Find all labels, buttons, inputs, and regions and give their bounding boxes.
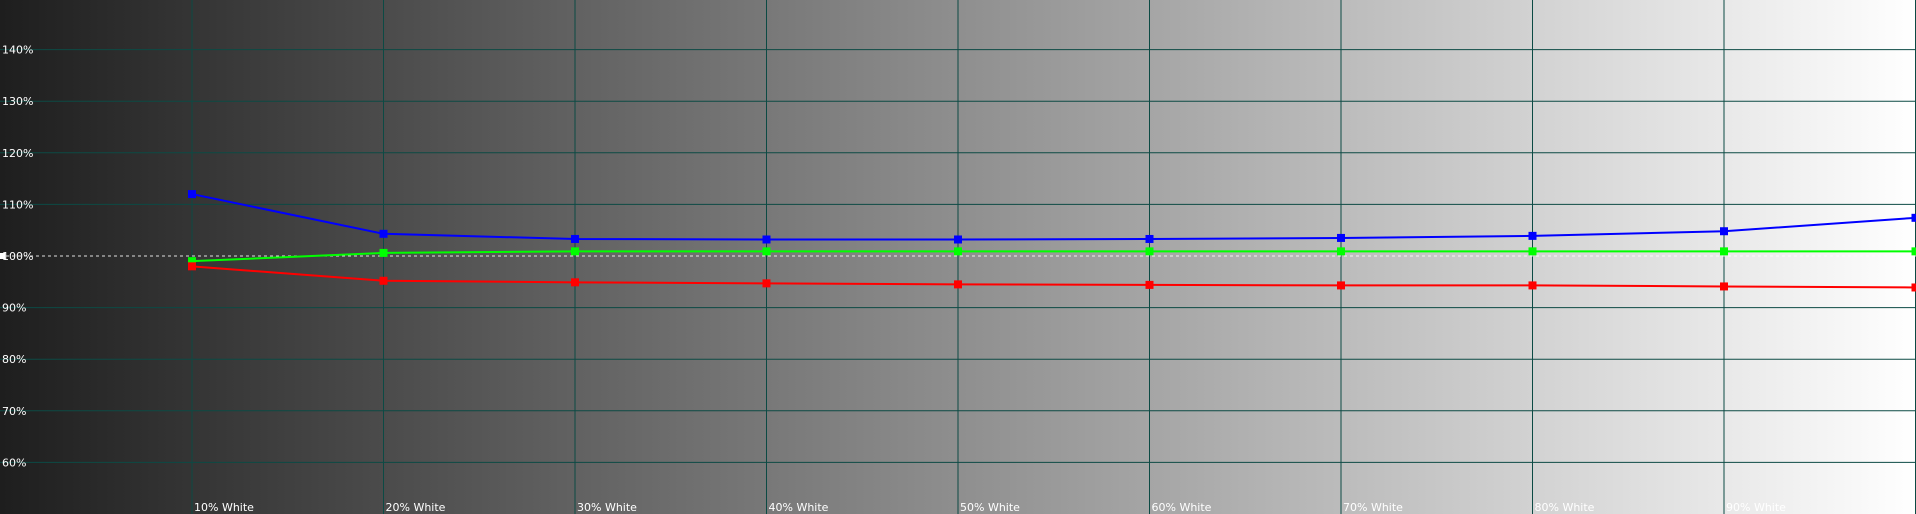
calibration-chart: 60% 70% 80% 90% 100% 110% 120% 130% 140% 10% Whit…	[0, 0, 1916, 514]
data-point	[954, 247, 962, 256]
y-tick-label: 80%	[2, 353, 26, 366]
data-point	[1528, 281, 1537, 290]
data-point	[954, 235, 962, 244]
data-point	[762, 279, 771, 288]
rgb-balance-chart: 60% 70% 80% 90% 100% 110% 120% 130% 140% 10% Whit…	[0, 0, 1916, 514]
data-point	[1911, 213, 1916, 222]
data-point	[379, 229, 388, 238]
y-tick-label: 110%	[2, 198, 33, 211]
data-point	[1145, 234, 1154, 243]
data-point	[1528, 247, 1537, 256]
y-tick-label: 60%	[2, 456, 26, 469]
data-point	[1337, 281, 1345, 290]
y-tick-label: 120%	[2, 147, 33, 160]
y-tick-label: 90%	[2, 302, 26, 315]
data-point	[762, 247, 771, 256]
data-point	[571, 247, 579, 256]
data-point	[762, 235, 771, 244]
data-point	[1720, 227, 1728, 236]
x-tick-label: 60% White	[1152, 501, 1212, 514]
data-point	[1528, 231, 1537, 240]
x-tick-label: 80% White	[1535, 501, 1595, 514]
y-tick-label: 70%	[2, 405, 26, 418]
data-point	[1720, 282, 1728, 291]
x-tick-label: 40% White	[769, 501, 829, 514]
x-tick-label: 30% White	[577, 501, 637, 514]
data-point	[188, 262, 196, 271]
data-point	[1720, 247, 1728, 256]
data-point	[1911, 283, 1916, 292]
x-tick-label: 90% White	[1726, 501, 1786, 514]
data-point	[571, 234, 579, 243]
data-point	[379, 276, 388, 285]
y-tick-label: 100%	[2, 250, 33, 263]
data-point	[1337, 247, 1345, 256]
data-point	[954, 280, 962, 289]
x-tick-label: 70% White	[1343, 501, 1403, 514]
data-point	[1911, 247, 1916, 256]
data-point	[1337, 233, 1345, 242]
x-tick-label: 50% White	[960, 501, 1020, 514]
data-point	[1145, 280, 1154, 289]
x-tick-label: 20% White	[386, 501, 446, 514]
data-point	[188, 190, 196, 199]
y-tick-label: 140%	[2, 44, 33, 57]
data-point	[1145, 247, 1154, 256]
data-point	[571, 278, 579, 287]
y-tick-label: 130%	[2, 95, 33, 108]
x-tick-label: 10% White	[194, 501, 254, 514]
data-point	[379, 248, 388, 257]
